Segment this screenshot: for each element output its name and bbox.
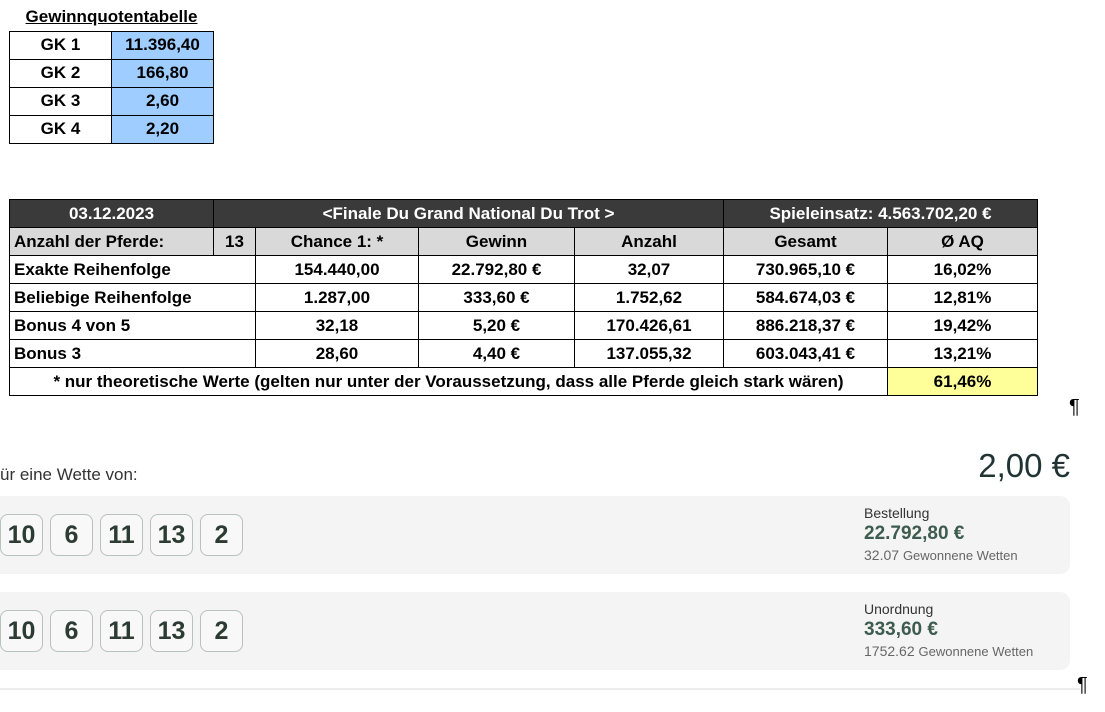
number-ball: 13 [150, 514, 193, 556]
results-column-header-row: Anzahl der Pferde: 13 Chance 1: * Gewinn… [9, 227, 1038, 256]
column-header: Gewinn [418, 227, 575, 256]
race-name: <Finale Du Grand National Du Trot > [213, 199, 724, 228]
paragraph-mark: ¶ [1077, 674, 1088, 696]
divider [0, 688, 1080, 690]
table-row: Bonus 4 von 5 32,18 5,20 € 170.426,61 88… [9, 311, 1038, 340]
result-count: 32.07 Gewonnene Wetten [864, 547, 1018, 563]
winning-bets-count: 32.07 [864, 547, 900, 563]
result-count: 1752.62 Gewonnene Wetten [864, 643, 1033, 659]
selected-numbers: 10 6 11 13 2 [0, 610, 243, 652]
anzahl-cell: 137.055,32 [574, 339, 724, 368]
number-ball: 10 [0, 610, 43, 652]
number-ball: 13 [150, 610, 193, 652]
quote-row: GK 3 2,60 [9, 86, 214, 116]
bet-result-panel: 10 6 11 13 2 Unordnung 333,60 € 1752.62 … [0, 592, 1070, 670]
paragraph-mark: ¶ [1069, 396, 1080, 418]
number-ball: 11 [100, 610, 143, 652]
winning-bets-count: 1752.62 [864, 643, 915, 659]
gesamt-cell: 603.043,41 € [723, 339, 888, 368]
total-stake: Spieleinsatz: 4.563.702,20 € [723, 199, 1038, 228]
anzahl-cell: 32,07 [574, 255, 724, 284]
column-header: Chance 1: * [255, 227, 419, 256]
bet-label: ür eine Wette von: [0, 465, 138, 484]
quote-label: GK 1 [9, 30, 112, 60]
bet-type: Bonus 4 von 5 [9, 311, 256, 340]
quote-value: 11.396,40 [111, 30, 214, 60]
gewinn-cell: 5,20 € [418, 311, 575, 340]
quote-value: 2,20 [111, 114, 214, 144]
anzahl-cell: 1.752,62 [574, 283, 724, 312]
results-header-row: 03.12.2023 <Finale Du Grand National Du … [9, 199, 1038, 228]
race-date: 03.12.2023 [9, 199, 214, 228]
gewinn-cell: 4,40 € [418, 339, 575, 368]
result-amount: 333,60 € [864, 619, 938, 640]
number-ball: 2 [200, 610, 243, 652]
result-title: Bestellung [864, 505, 930, 521]
anzahl-cell: 170.426,61 [574, 311, 724, 340]
table-row: Exakte Reihenfolge 154.440,00 22.792,80 … [9, 255, 1038, 284]
table-row: Beliebige Reihenfolge 1.287,00 333,60 € … [9, 283, 1038, 312]
aq-cell: 16,02% [887, 255, 1038, 284]
result-summary: Unordnung 333,60 € 1752.62 Gewonnene Wet… [864, 601, 1033, 659]
gesamt-cell: 886.218,37 € [723, 311, 888, 340]
quote-row: GK 1 11.396,40 [9, 30, 214, 60]
winning-bets-label: Gewonnene Wetten [918, 644, 1034, 659]
gewinn-cell: 333,60 € [418, 283, 575, 312]
result-summary: Bestellung 22.792,80 € 32.07 Gewonnene W… [864, 505, 1018, 563]
selected-numbers: 10 6 11 13 2 [0, 514, 243, 556]
aq-cell: 12,81% [887, 283, 1038, 312]
quote-label: GK 4 [9, 114, 112, 144]
table-row: Bonus 3 28,60 4,40 € 137.055,32 603.043,… [9, 339, 1038, 368]
quote-row: GK 4 2,20 [9, 114, 214, 144]
quote-table: Gewinnquotentabelle GK 1 11.396,40 GK 2 … [9, 3, 214, 144]
bet-type: Bonus 3 [9, 339, 256, 368]
number-ball: 6 [50, 610, 93, 652]
number-ball: 11 [100, 514, 143, 556]
bet-type: Exakte Reihenfolge [9, 255, 256, 284]
horses-count: 13 [213, 227, 256, 256]
result-title: Unordnung [864, 601, 934, 617]
quote-table-title: Gewinnquotentabelle [25, 6, 198, 26]
bet-amount: 2,00 € [978, 447, 1070, 484]
bet-type: Beliebige Reihenfolge [9, 283, 256, 312]
result-amount: 22.792,80 € [864, 523, 965, 544]
quote-label: GK 2 [9, 58, 112, 88]
column-header: Anzahl [574, 227, 724, 256]
footnote-row: * nur theoretische Werte (gelten nur unt… [9, 367, 1038, 396]
bet-result-panel: 10 6 11 13 2 Bestellung 22.792,80 € 32.0… [0, 496, 1070, 574]
gesamt-cell: 584.674,03 € [723, 283, 888, 312]
aq-cell: 13,21% [887, 339, 1038, 368]
footnote: * nur theoretische Werte (gelten nur unt… [9, 367, 888, 396]
gesamt-cell: 730.965,10 € [723, 255, 888, 284]
column-header: Ø AQ [887, 227, 1038, 256]
number-ball: 6 [50, 514, 93, 556]
winning-bets-label: Gewonnene Wetten [902, 548, 1018, 563]
column-header: Gesamt [723, 227, 888, 256]
quote-value: 2,60 [111, 86, 214, 116]
results-table: 03.12.2023 <Finale Du Grand National Du … [9, 199, 1038, 396]
quote-label: GK 3 [9, 86, 112, 116]
chance-cell: 28,60 [255, 339, 419, 368]
aq-cell: 19,42% [887, 311, 1038, 340]
chance-cell: 32,18 [255, 311, 419, 340]
gewinn-cell: 22.792,80 € [418, 255, 575, 284]
chance-cell: 154.440,00 [255, 255, 419, 284]
chance-cell: 1.287,00 [255, 283, 419, 312]
quote-value: 166,80 [111, 58, 214, 88]
number-ball: 10 [0, 514, 43, 556]
total-aq: 61,46% [887, 367, 1038, 396]
quote-row: GK 2 166,80 [9, 58, 214, 88]
number-ball: 2 [200, 514, 243, 556]
horses-label: Anzahl der Pferde: [9, 227, 214, 256]
